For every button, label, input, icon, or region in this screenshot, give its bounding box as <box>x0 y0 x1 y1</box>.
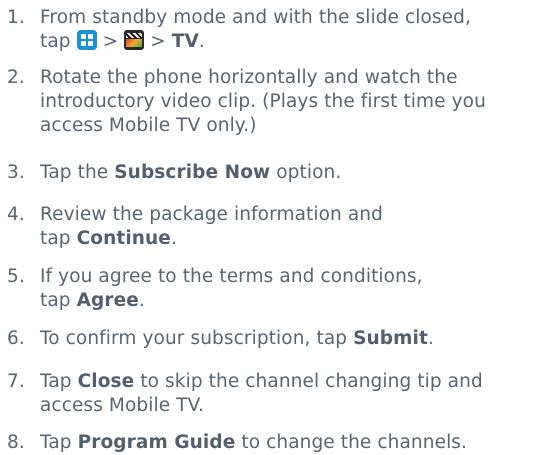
step-text-segment: Tap the <box>40 162 115 183</box>
step-line: Tap the Subscribe Now option. <box>40 161 535 185</box>
step-number: 6. <box>7 328 25 349</box>
step-keyword: TV <box>171 31 199 52</box>
step-text: Rotate the phone horizontally and watch … <box>40 66 535 138</box>
step-number: 8. <box>7 432 25 453</box>
step-text-segment: to skip the channel changing tip and <box>134 371 483 392</box>
step-text-segment: option. <box>270 162 342 183</box>
step-text-segment: Tap <box>40 371 78 392</box>
step-text: Review the package information and tap C… <box>40 203 535 251</box>
clapperboard-icon <box>124 30 145 50</box>
step-text: Tap the Subscribe Now option. <box>40 161 535 185</box>
step-text-segment: tap <box>40 31 77 52</box>
step-number: 4. <box>7 204 25 225</box>
step-text: If you agree to the terms and conditions… <box>40 265 535 313</box>
step-text-segment: . <box>427 328 434 349</box>
step-line: From standby mode and with the slide clo… <box>40 6 535 30</box>
step-line: If you agree to the terms and conditions… <box>40 266 423 287</box>
apps-grid-icon <box>76 30 97 50</box>
step-line: tap > > TV. <box>40 30 535 54</box>
separator: > <box>144 31 172 52</box>
step-text: From standby mode and with the slide clo… <box>40 6 535 54</box>
step-line: introductory video clip. (Plays the firs… <box>40 91 486 112</box>
step-text-segment: From standby mode and with the slide clo… <box>40 7 471 28</box>
step-number: 7. <box>7 371 25 392</box>
step-number: 5. <box>7 266 25 287</box>
step-line: Tap Close to skip the channel changing t… <box>40 370 535 394</box>
step-text-segment: tap <box>40 228 77 249</box>
step-line: tap Continue. <box>40 227 535 251</box>
step-keyword: Subscribe Now <box>114 162 271 183</box>
step-line: Tap Program Guide to change the channels… <box>40 431 535 455</box>
step-keyword: Agree <box>76 290 139 311</box>
page: { "steps": [ { "num": "1.", "lines": [ {… <box>0 0 537 453</box>
step-text: Tap Program Guide to change the channels… <box>40 431 535 455</box>
step-line: To confirm your subscription, tap Submit… <box>40 327 535 351</box>
step-keyword: Continue <box>76 228 171 249</box>
step-line: Rotate the phone horizontally and watch … <box>40 67 458 88</box>
step-text: Tap Close to skip the channel changing t… <box>40 370 535 418</box>
step-text-segment: tap <box>40 290 77 311</box>
step-text-segment: . <box>170 228 177 249</box>
step-text-segment: . <box>138 290 145 311</box>
step-keyword: Submit <box>353 328 428 349</box>
step-number: 3. <box>7 162 25 183</box>
separator: > <box>96 31 125 52</box>
step-keyword: Close <box>77 371 135 392</box>
step-line: access Mobile TV. <box>40 395 204 416</box>
step-line: access Mobile TV only.) <box>40 115 257 136</box>
step-text-segment: . <box>198 31 205 52</box>
step-number: 2. <box>7 67 25 88</box>
step-line: Review the package information and <box>40 204 383 225</box>
step-number: 1. <box>7 7 25 28</box>
step-line: tap Agree. <box>40 289 535 313</box>
step-text: To confirm your subscription, tap Submit… <box>40 327 535 351</box>
step-text-segment: To confirm your subscription, tap <box>40 328 354 349</box>
